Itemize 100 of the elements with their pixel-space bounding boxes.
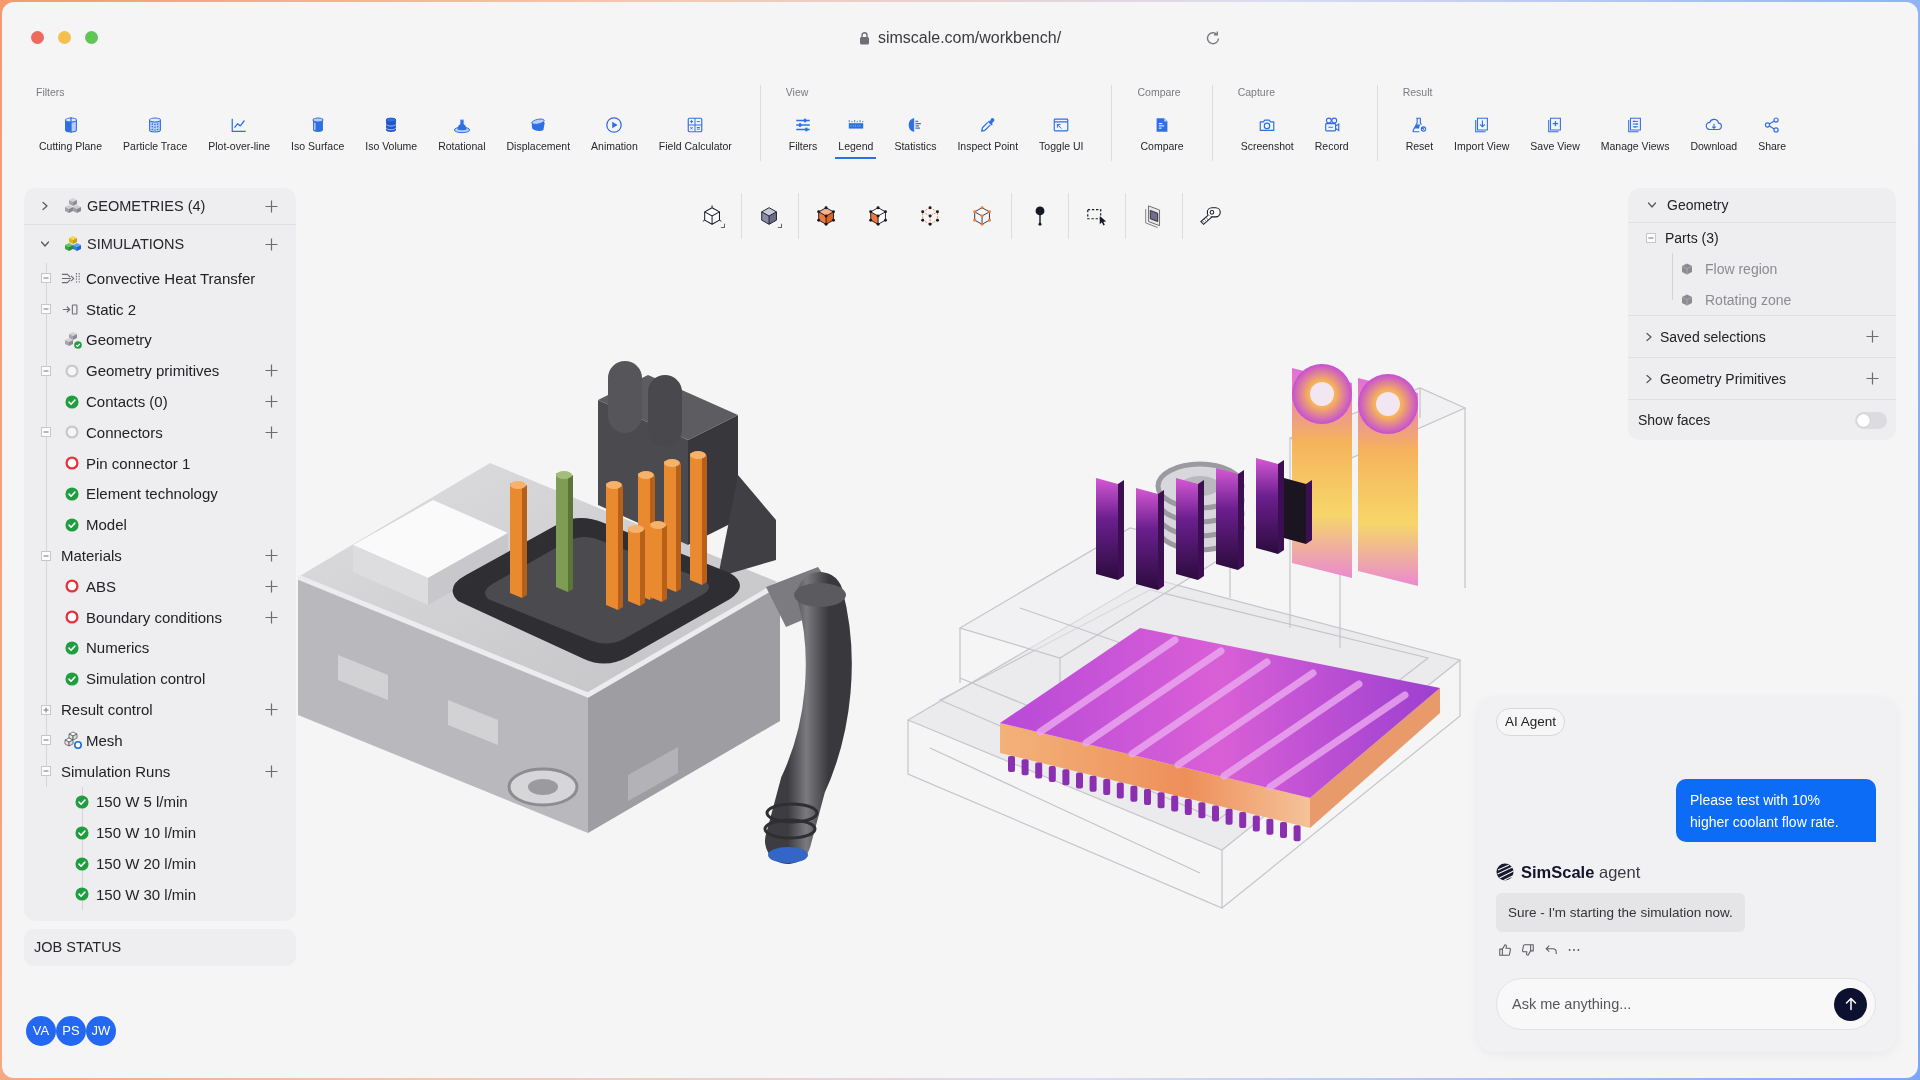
group-label: View xyxy=(785,85,810,99)
tree-item[interactable]: Saved selections xyxy=(1660,328,1766,345)
plus-box-icon[interactable] xyxy=(41,704,51,715)
import-icon xyxy=(1472,116,1491,134)
add-icon[interactable] xyxy=(265,764,278,778)
toolbar-button[interactable]: Record xyxy=(1311,107,1352,159)
tree-item[interactable]: 150 W 30 l/min xyxy=(96,885,197,903)
tree-item[interactable]: 150 W 5 l/min xyxy=(96,793,188,811)
key-icon[interactable] xyxy=(1199,204,1223,228)
toolbar-button[interactable]: Filters xyxy=(785,107,821,159)
add-icon[interactable] xyxy=(265,703,278,717)
toolbar-button[interactable]: Plot-over-line xyxy=(205,107,274,159)
tree-item[interactable]: Mesh xyxy=(86,731,123,749)
cube-stack-icon xyxy=(64,235,82,253)
toolbar-button[interactable]: Screenshot xyxy=(1237,107,1297,159)
tree-item[interactable]: Convective Heat Transfer xyxy=(86,269,256,287)
toolbar-button[interactable]: Toggle UI xyxy=(1036,107,1087,159)
group-label: Compare xyxy=(1137,85,1182,99)
tree-item[interactable]: Model xyxy=(86,516,127,534)
toolbar-button[interactable]: Particle Trace xyxy=(120,107,191,159)
agent-mode-chip[interactable]: AI Agent xyxy=(1496,708,1566,736)
shaded-cube-icon[interactable] xyxy=(758,204,782,228)
toolbar-button[interactable]: Reset xyxy=(1402,107,1437,159)
toolbar-button[interactable]: Save View xyxy=(1527,107,1583,159)
toolbar-button[interactable]: Statistics xyxy=(891,107,940,159)
tree-item[interactable]: Materials xyxy=(61,547,122,565)
tree-item[interactable]: Element technology xyxy=(86,485,218,503)
toolbar-button[interactable]: Iso Surface xyxy=(288,107,348,159)
page-url[interactable]: simscale.com/workbench/ xyxy=(877,28,1062,47)
group-label: Filters xyxy=(36,85,66,99)
calculator-icon xyxy=(686,116,705,134)
tree-item[interactable]: Boundary conditions xyxy=(86,608,222,626)
tree-item[interactable]: Contacts (0) xyxy=(86,393,168,411)
tree-item[interactable]: Pin connector 1 xyxy=(86,454,191,472)
chevron-down-icon[interactable] xyxy=(40,239,50,249)
add-icon[interactable] xyxy=(265,579,278,593)
toolbar-button[interactable]: Download xyxy=(1687,107,1741,159)
chevron-right-icon[interactable] xyxy=(1644,331,1654,342)
tree-item[interactable]: Parts (3) xyxy=(1665,230,1719,246)
tree-item[interactable]: Connectors xyxy=(86,423,163,441)
add-icon[interactable] xyxy=(1866,372,1879,385)
thumbs-down-icon[interactable] xyxy=(1521,943,1535,957)
tilted-cylinder-icon xyxy=(529,116,548,134)
toolbar-button[interactable]: Compare xyxy=(1137,107,1187,159)
add-icon[interactable] xyxy=(265,199,278,213)
toolbar-button[interactable]: Field Calculator xyxy=(655,107,735,159)
toolbar-button[interactable]: Import View xyxy=(1451,107,1513,159)
eyedropper-icon xyxy=(978,116,997,134)
arrow-into-box-icon xyxy=(61,301,81,317)
lock-icon xyxy=(858,30,870,45)
tree-item[interactable]: 150 W 20 l/min xyxy=(96,855,197,873)
toolbar-button[interactable]: Share xyxy=(1755,107,1790,159)
toolbar-button[interactable]: Cutting Plane xyxy=(36,107,106,159)
tree-item[interactable]: Geometry xyxy=(86,331,152,349)
add-icon[interactable] xyxy=(265,549,278,563)
tree-item[interactable]: 150 W 10 l/min xyxy=(96,824,197,842)
tree-item[interactable]: Simulation control xyxy=(86,670,206,688)
group-label: Result xyxy=(1402,85,1434,99)
job-status-panel[interactable]: JOB STATUS xyxy=(24,928,296,966)
thumbs-up-icon[interactable] xyxy=(1498,943,1512,957)
user-avatar[interactable]: PS xyxy=(56,1016,86,1046)
user-avatar[interactable]: JW xyxy=(86,1016,116,1046)
cube-icon xyxy=(1681,262,1693,275)
toggle-switch[interactable] xyxy=(1855,411,1887,429)
window-close-button[interactable] xyxy=(31,31,44,44)
chevron-down-icon[interactable] xyxy=(1647,200,1657,210)
tree-item[interactable]: Geometry primitives xyxy=(86,362,220,380)
toolbar-button[interactable]: Manage Views xyxy=(1597,107,1673,159)
add-icon[interactable] xyxy=(265,364,278,378)
add-icon[interactable] xyxy=(265,425,278,439)
add-icon[interactable] xyxy=(265,395,278,409)
tree-item[interactable]: Static 2 xyxy=(86,300,137,318)
section-header[interactable]: GEOMETRIES (4) xyxy=(87,198,206,214)
toolbar-button[interactable]: Displacement xyxy=(503,107,574,159)
tree-item[interactable]: Result control xyxy=(61,701,153,719)
cube-outline-icon[interactable] xyxy=(701,204,725,228)
flask-icon xyxy=(1410,116,1429,134)
section-header[interactable]: SIMULATIONS xyxy=(87,236,185,252)
user-message: Please test with 10% higher coolant flow rate. xyxy=(1676,779,1876,842)
tree-item[interactable]: Numerics xyxy=(86,639,150,657)
toolbar-button[interactable]: Rotational xyxy=(435,107,489,159)
tree-item[interactable]: Simulation Runs xyxy=(61,762,171,780)
agent-name: SimScale agent xyxy=(1521,862,1641,882)
tree-item[interactable]: ABS xyxy=(86,577,116,595)
user-avatar[interactable]: VA xyxy=(26,1016,56,1046)
add-icon[interactable] xyxy=(265,237,278,251)
tree-item[interactable]: Geometry Primitives xyxy=(1660,370,1787,387)
reply-icon[interactable] xyxy=(1544,943,1558,957)
window-icon xyxy=(1052,116,1071,134)
chevron-right-icon[interactable] xyxy=(1644,373,1654,384)
add-icon[interactable] xyxy=(1866,330,1879,343)
tree-item[interactable]: Geometry xyxy=(1667,197,1729,213)
toolbar-button[interactable]: Legend xyxy=(835,107,877,159)
reload-icon[interactable] xyxy=(1205,29,1222,46)
toolbar-button[interactable]: Inspect Point xyxy=(954,107,1022,159)
add-icon[interactable] xyxy=(265,610,278,624)
chevron-right-icon[interactable] xyxy=(40,201,50,211)
toolbar-button[interactable]: Iso Volume xyxy=(362,107,421,159)
message-input[interactable]: Ask me anything... xyxy=(1496,978,1876,1030)
toolbar-button[interactable]: Animation xyxy=(588,107,641,159)
